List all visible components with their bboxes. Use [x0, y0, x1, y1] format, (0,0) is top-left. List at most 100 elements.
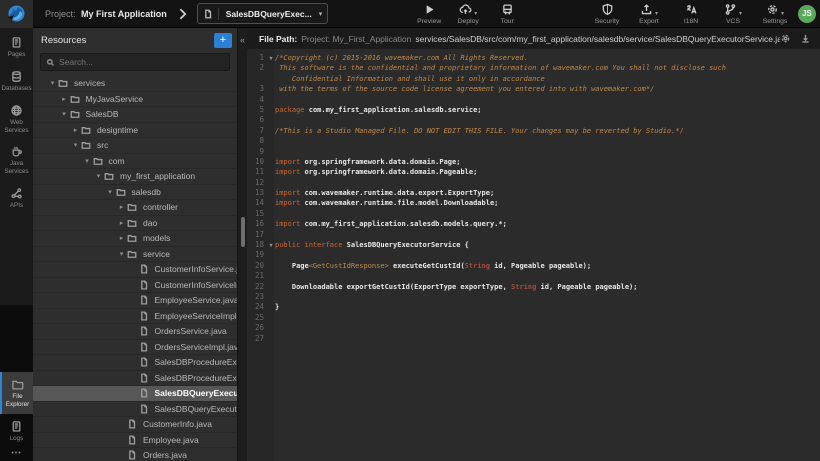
chevron-down-icon[interactable]: ▾ — [59, 110, 70, 118]
code-line: import org.springframework.data.domain.P… — [275, 157, 460, 167]
chevron-right-icon[interactable]: ▸ — [116, 219, 127, 227]
chevron-down-icon[interactable]: ▾ — [93, 172, 104, 180]
wavemaker-logo[interactable] — [0, 0, 33, 28]
breadcrumb-chevron-icon — [179, 8, 187, 20]
resources-title: Resources — [41, 35, 86, 46]
toolbar-button-security[interactable]: Security — [594, 3, 620, 25]
tree-item-salesdbqueryexecutorserviceimpl-java[interactable]: SalesDBQueryExecutorServiceImpl.java — [33, 402, 237, 418]
toolbar-button-tour[interactable]: Tour — [494, 3, 520, 25]
code-line: import org.springframework.data.domain.P… — [275, 167, 477, 177]
tree-item-salesdb[interactable]: ▾ salesdb — [33, 185, 237, 201]
tree-item-myjavaservice[interactable]: ▸MyJavaService — [33, 92, 237, 108]
tree-item-service[interactable]: ▾service — [33, 247, 237, 263]
open-file-dropdown[interactable]: SalesDBQueryExec... ▾ — [197, 3, 329, 24]
tree-item-designtime[interactable]: ▸designtime — [33, 123, 237, 139]
chevron-down-icon[interactable]: ▾ — [47, 79, 58, 87]
sidebar-item-java-services[interactable]: Java Services — [0, 139, 33, 181]
sidebar-item-logs[interactable]: Logs — [0, 414, 33, 448]
folder-sm-icon — [127, 202, 140, 212]
sidebar-item-apis[interactable]: APIs — [0, 181, 33, 215]
chevron-right-icon[interactable]: ▸ — [59, 95, 70, 103]
sidebar-item-web-services[interactable]: Web Services — [0, 98, 33, 140]
toolbar-icon-wrap — [501, 3, 514, 17]
file-path-project: Project: My_First_Application — [301, 34, 411, 44]
sidebar-item-label: Java Services — [1, 160, 32, 176]
download-file-icon[interactable] — [800, 33, 811, 44]
toolbar-icon-wrap — [601, 3, 614, 17]
editor-settings-gear-icon[interactable] — [780, 33, 791, 44]
folder-sm-icon — [81, 140, 94, 150]
sidebar-item-label: Logs — [10, 435, 24, 443]
collapse-panel-button[interactable]: « — [238, 35, 247, 45]
code-line-row: 25 — [247, 313, 820, 323]
sidebar-item-databases[interactable]: Databases — [0, 64, 33, 98]
line-number: 18 — [247, 240, 267, 250]
toolbar-button-preview[interactable]: Preview — [416, 3, 442, 25]
tree-item-label: Employee.java — [143, 435, 199, 445]
code-line-row: 5 package com.my_first_application.salesd… — [247, 105, 820, 115]
user-avatar[interactable]: JS — [798, 5, 816, 23]
tree-item-ordersservice-java[interactable]: OrdersService.java — [33, 324, 237, 340]
folder-sm-icon — [127, 218, 140, 228]
line-number: 5 — [247, 105, 267, 115]
tree-item-models[interactable]: ▸models — [33, 231, 237, 247]
tree-item-my-first-application[interactable]: ▾my_first_application — [33, 169, 237, 185]
search-icon — [46, 58, 55, 67]
chevron-down-icon[interactable]: ▾ — [70, 141, 81, 149]
tree-item-salesdbprocedureexecutorservice-java[interactable]: SalesDBProcedureExecutorService.java — [33, 355, 237, 371]
chevron-down-icon[interactable]: ▾ — [82, 157, 93, 165]
sidebar-item-pages[interactable]: Pages — [0, 30, 33, 64]
file-sm-icon — [139, 280, 152, 290]
tree-item-employeeserviceimpl-java[interactable]: EmployeeServiceImpl.java — [33, 309, 237, 325]
code-line: package com.my_first_application.salesdb… — [275, 105, 482, 115]
tree-item-label: SalesDBProcedureExecutorServiceImpl.java — [155, 373, 238, 383]
tree-item-src[interactable]: ▾src — [33, 138, 237, 154]
toolbar-button-deploy[interactable]: ▾Deploy — [455, 3, 481, 25]
tree-item-salesdb[interactable]: ▾SalesDB — [33, 107, 237, 123]
tree-item-label: OrdersServiceImpl.java — [155, 342, 238, 352]
play-icon — [423, 3, 436, 16]
tree-item-customerinfo-java[interactable]: CustomerInfo.java — [33, 417, 237, 433]
line-number: 19 — [247, 250, 267, 260]
file-sm-icon — [127, 435, 140, 445]
toolbar-button-settings[interactable]: ▾Settings — [762, 3, 788, 25]
tree-item-dao[interactable]: ▸dao — [33, 216, 237, 232]
toolbar-button-export[interactable]: ▾Export — [636, 3, 662, 25]
fold-toggle-icon[interactable]: ▼ — [267, 241, 275, 251]
chevron-down-icon[interactable]: ▾ — [105, 188, 116, 196]
tree-item-label: salesdb — [132, 187, 161, 197]
chevron-right-icon[interactable]: ▸ — [116, 203, 127, 211]
code-line: Confidential Information and shall use i… — [275, 74, 545, 84]
sidebar-item-file-explorer[interactable]: File Explorer — [0, 372, 33, 414]
code-editor[interactable]: 1▼/*Copyright (c) 2015-2016 wavemaker.co… — [247, 49, 820, 461]
indent-spacer — [116, 452, 127, 459]
chevron-down-icon[interactable]: ▾ — [116, 250, 127, 258]
search-input[interactable] — [59, 57, 224, 67]
fold-toggle-icon[interactable]: ▼ — [267, 54, 275, 64]
file-icon — [203, 8, 219, 20]
tree-item-ordersserviceimpl-java[interactable]: OrdersServiceImpl.java — [33, 340, 237, 356]
tree-item-orders-java[interactable]: Orders.java — [33, 448, 237, 461]
tree-item-controller[interactable]: ▸controller — [33, 200, 237, 216]
panel-collapse-strip: « — [237, 28, 247, 461]
tree-item-customerinfoservice-java[interactable]: CustomerInfoService.java — [33, 262, 237, 278]
tree-item-employeeservice-java[interactable]: EmployeeService.java — [33, 293, 237, 309]
tree-item-services[interactable]: ▾services — [33, 76, 237, 92]
toolbar-button-i18n[interactable]: I18N — [678, 3, 704, 25]
tree-item-employee-java[interactable]: Employee.java — [33, 433, 237, 449]
tree-item-salesdbprocedureexecutorserviceimpl-java[interactable]: SalesDBProcedureExecutorServiceImpl.java — [33, 371, 237, 387]
tree-item-com[interactable]: ▾com — [33, 154, 237, 170]
indent-spacer — [128, 405, 139, 412]
code-line: This software is the confidential and pr… — [275, 63, 726, 73]
tree-item-salesdbqueryexecutorservice-java[interactable]: SalesDBQueryExecutorService.java — [33, 386, 237, 402]
add-resource-button[interactable]: + — [214, 33, 232, 48]
chevron-right-icon[interactable]: ▸ — [70, 126, 81, 134]
sidebar-more-button[interactable]: ••• — [0, 450, 33, 457]
code-line-row: 27 — [247, 334, 820, 344]
chevron-right-icon[interactable]: ▸ — [116, 234, 127, 242]
indent-spacer — [116, 436, 127, 443]
tree-item-customerinfoserviceimpl-java[interactable]: CustomerInfoServiceImpl.java — [33, 278, 237, 294]
tree-scrollbar-thumb[interactable] — [241, 217, 245, 247]
sidebar-item-label: APIs — [10, 202, 23, 210]
toolbar-button-vcs[interactable]: ▾VCS — [720, 3, 746, 25]
